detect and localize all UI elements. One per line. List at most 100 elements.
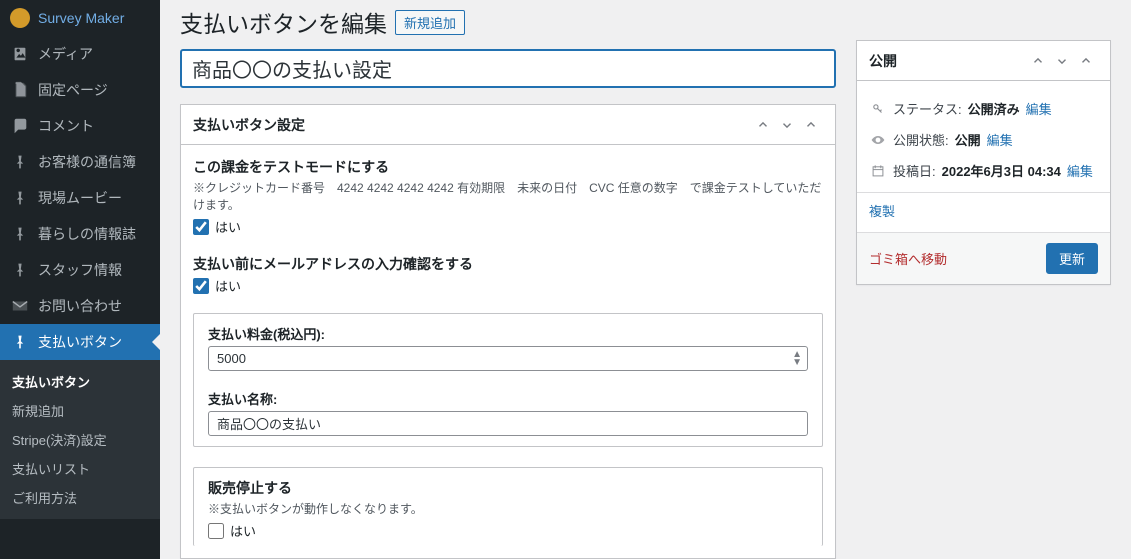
email-confirm-yes-label: はい <box>215 276 241 295</box>
sidebar-item-label: スタッフ情報 <box>38 260 122 280</box>
sidebar-item-pages[interactable]: 固定ページ <box>0 72 160 108</box>
sidebar-item-label: 暮らしの情報誌 <box>38 224 136 244</box>
publish-handle-actions <box>1026 49 1098 73</box>
test-mode-check-row[interactable]: はい <box>193 217 823 236</box>
date-label: 投稿日: <box>893 161 936 180</box>
submenu-item-payment-list[interactable]: 支払いリスト <box>0 454 160 483</box>
pin-icon <box>10 260 30 280</box>
stop-sale-check-row[interactable]: はい <box>208 521 808 540</box>
main-column: 支払いボタンを編集 新規追加 支払いボタン設定 <box>180 0 836 559</box>
sidebar-item-label: お問い合わせ <box>38 296 122 316</box>
status-value: 公開済み <box>968 99 1020 118</box>
settings-postbox-header: 支払いボタン設定 <box>181 105 835 145</box>
sidebar-item-survey-maker[interactable]: Survey Maker <box>0 0 160 36</box>
submenu-item-stripe-settings[interactable]: Stripe(決済)設定 <box>0 425 160 454</box>
handle-actions <box>751 113 823 137</box>
date-row: 投稿日: 2022年6月3日 04:34 編集 <box>869 155 1098 186</box>
pin-icon <box>10 152 30 172</box>
pin-icon <box>10 332 30 352</box>
move-down-button[interactable] <box>1050 49 1074 73</box>
toggle-panel-button[interactable] <box>799 113 823 137</box>
stop-sale-note: ※支払いボタンが動作しなくなります。 <box>208 500 808 517</box>
sidebar-item-label: 固定ページ <box>38 80 108 100</box>
sidebar-item-label: お客様の通信簿 <box>38 152 136 172</box>
move-down-button[interactable] <box>775 113 799 137</box>
payment-name-label: 支払い名称: <box>208 389 808 408</box>
status-label: ステータス: <box>893 99 962 118</box>
survey-maker-icon <box>10 8 30 28</box>
heading-row: 支払いボタンを編集 新規追加 <box>180 0 836 49</box>
sidebar-item-comments[interactable]: コメント <box>0 108 160 144</box>
duplicate-row: 複製 <box>869 199 1098 226</box>
comments-icon <box>10 116 30 136</box>
publish-body: ステータス: 公開済み 編集 公開状態: 公開 編集 投稿日: <box>857 81 1110 232</box>
visibility-row: 公開状態: 公開 編集 <box>869 124 1098 155</box>
pin-icon <box>10 188 30 208</box>
mail-icon <box>10 296 30 316</box>
status-edit-link[interactable]: 編集 <box>1026 99 1052 118</box>
email-confirm-checkbox[interactable] <box>193 278 209 294</box>
visibility-value: 公開 <box>955 130 981 149</box>
settings-postbox-body: この課金をテストモードにする ※クレジットカード番号 4242 4242 424… <box>181 145 835 558</box>
toggle-panel-button[interactable] <box>1074 49 1098 73</box>
calendar-icon <box>869 164 887 178</box>
settings-postbox: 支払いボタン設定 この課金をテストモードにする ※クレジットカード番号 4242… <box>180 104 836 559</box>
date-value: 2022年6月3日 04:34 <box>942 161 1061 180</box>
content-wrap: 支払いボタンを編集 新規追加 支払いボタン設定 <box>160 0 1131 559</box>
publish-postbox: 公開 ステータス: <box>856 40 1111 285</box>
sidebar-item-label: 現場ムービー <box>38 188 122 208</box>
eye-icon <box>869 132 887 148</box>
test-mode-note: ※クレジットカード番号 4242 4242 4242 4242 有効期限 未来の… <box>193 179 823 213</box>
add-new-button[interactable]: 新規追加 <box>395 10 465 35</box>
admin-sidebar: Survey Maker メディア 固定ページ コメント お客様の通信簿 現場ム… <box>0 0 160 559</box>
side-column: 公開 ステータス: <box>856 0 1111 559</box>
title-input[interactable] <box>180 49 836 88</box>
visibility-label: 公開状態: <box>893 130 949 149</box>
sidebar-submenu: 支払いボタン 新規追加 Stripe(決済)設定 支払いリスト ご利用方法 <box>0 360 160 519</box>
sidebar-item-contact[interactable]: お問い合わせ <box>0 288 160 324</box>
test-mode-title: この課金をテストモードにする <box>193 157 823 177</box>
stop-sale-yes-label: はい <box>230 521 256 540</box>
price-input[interactable] <box>208 346 808 371</box>
price-name-box: 支払い料金(税込円): ▲▼ 支払い名称: <box>193 313 823 447</box>
pages-icon <box>10 80 30 100</box>
test-mode-checkbox[interactable] <box>193 219 209 235</box>
move-up-button[interactable] <box>1026 49 1050 73</box>
sidebar-item-label: Survey Maker <box>38 10 124 26</box>
visibility-edit-link[interactable]: 編集 <box>987 130 1013 149</box>
submenu-item-add-new[interactable]: 新規追加 <box>0 396 160 425</box>
sidebar-item-customer-report[interactable]: お客様の通信簿 <box>0 144 160 180</box>
submenu-item-payment-button[interactable]: 支払いボタン <box>0 367 160 396</box>
email-confirm-title: 支払い前にメールアドレスの入力確認をする <box>193 254 823 274</box>
test-mode-yes-label: はい <box>215 217 241 236</box>
publish-actions: ゴミ箱へ移動 更新 <box>857 232 1110 284</box>
status-row: ステータス: 公開済み 編集 <box>869 93 1098 124</box>
stop-sale-title: 販売停止する <box>208 478 808 498</box>
move-to-trash-link[interactable]: ゴミ箱へ移動 <box>869 249 947 268</box>
stop-sale-box: 販売停止する ※支払いボタンが動作しなくなります。 はい <box>193 467 823 546</box>
email-confirm-check-row[interactable]: はい <box>193 276 823 295</box>
price-label: 支払い料金(税込円): <box>208 324 808 343</box>
date-edit-link[interactable]: 編集 <box>1067 161 1093 180</box>
sidebar-item-staff[interactable]: スタッフ情報 <box>0 252 160 288</box>
sidebar-item-payment-button[interactable]: 支払いボタン <box>0 324 160 360</box>
update-button[interactable]: 更新 <box>1046 243 1098 274</box>
settings-postbox-title: 支払いボタン設定 <box>193 115 305 135</box>
sidebar-item-label: 支払いボタン <box>38 332 122 352</box>
submenu-item-usage[interactable]: ご利用方法 <box>0 483 160 512</box>
page-heading: 支払いボタンを編集 <box>180 5 387 39</box>
sidebar-item-magazine[interactable]: 暮らしの情報誌 <box>0 216 160 252</box>
sidebar-item-label: コメント <box>38 116 94 136</box>
payment-name-input[interactable] <box>208 411 808 436</box>
duplicate-link[interactable]: 複製 <box>869 201 895 220</box>
publish-postbox-title: 公開 <box>869 51 897 71</box>
sidebar-item-media[interactable]: メディア <box>0 36 160 72</box>
sidebar-item-movie[interactable]: 現場ムービー <box>0 180 160 216</box>
publish-postbox-header: 公開 <box>857 41 1110 81</box>
move-up-button[interactable] <box>751 113 775 137</box>
stop-sale-checkbox[interactable] <box>208 523 224 539</box>
sidebar-item-label: メディア <box>38 44 93 64</box>
pin-icon <box>10 224 30 244</box>
media-icon <box>10 44 30 64</box>
key-icon <box>869 102 887 116</box>
